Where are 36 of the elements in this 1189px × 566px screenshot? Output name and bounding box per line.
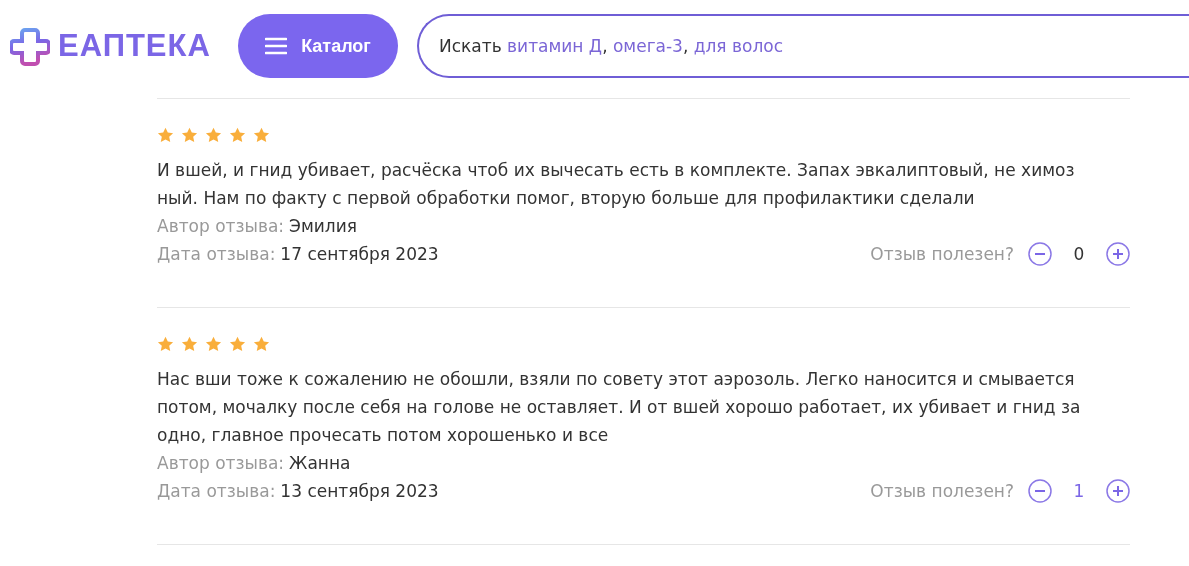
plus-icon[interactable]	[1106, 479, 1130, 503]
helpful-count: 0	[1072, 244, 1086, 264]
author-name: Эмилия	[289, 215, 357, 238]
author-label: Автор отзыва:	[157, 452, 285, 475]
logo-cross-icon	[10, 26, 50, 66]
star-icon	[205, 127, 222, 143]
review-date: 13 сентября 2023	[280, 480, 439, 503]
logo-text[interactable]: ЕАПТЕКА	[58, 28, 211, 64]
author-label: Автор отзыва:	[157, 215, 285, 238]
review-text-line: И вшей, и гнид убивает, расчёска чтоб их вычесать есть в комплекте. Запах эвкалиптовый, не химоз	[157, 159, 1076, 182]
star-icon	[181, 336, 198, 352]
star-icon	[229, 127, 246, 143]
star-icon	[157, 336, 174, 352]
catalog-button[interactable]: Каталог	[238, 14, 398, 78]
menu-icon	[265, 37, 288, 55]
helpful-count: 1	[1072, 481, 1086, 501]
minus-icon[interactable]	[1028, 479, 1052, 503]
star-icon	[181, 127, 198, 143]
review-date: 17 сентября 2023	[280, 243, 439, 266]
review-text-line: Нас вши тоже к сожалению не обошли, взяли по совету этот аэрозоль. Легко наносится и смывается	[157, 368, 1076, 391]
date-label: Дата отзыва:	[157, 480, 276, 503]
star-icon	[253, 336, 270, 352]
review-text-line: ный. Нам по факту с первой обработки помог, вторую больше для профилактики сделали	[157, 187, 976, 210]
review-text-line: одно, главное прочесать потом хорошенько и все	[157, 424, 610, 447]
plus-icon[interactable]	[1106, 242, 1130, 266]
search-field[interactable]: Искать витамин Д, омега-3, для волос	[417, 14, 1189, 78]
helpful-label: Отзыв полезен?	[870, 244, 1014, 264]
star-icon	[157, 127, 174, 143]
review-text-line: потом, мочалку после себя на голове не оставляет. И от вшей хорошо работает, их убивает и гнид за	[157, 396, 1082, 419]
star-icon	[253, 127, 270, 143]
helpful-label: Отзыв полезен?	[870, 481, 1014, 501]
author-name: Жанна	[289, 452, 351, 475]
star-icon	[205, 336, 222, 352]
date-label: Дата отзыва:	[157, 243, 276, 266]
minus-icon[interactable]	[1028, 242, 1052, 266]
star-icon	[229, 336, 246, 352]
